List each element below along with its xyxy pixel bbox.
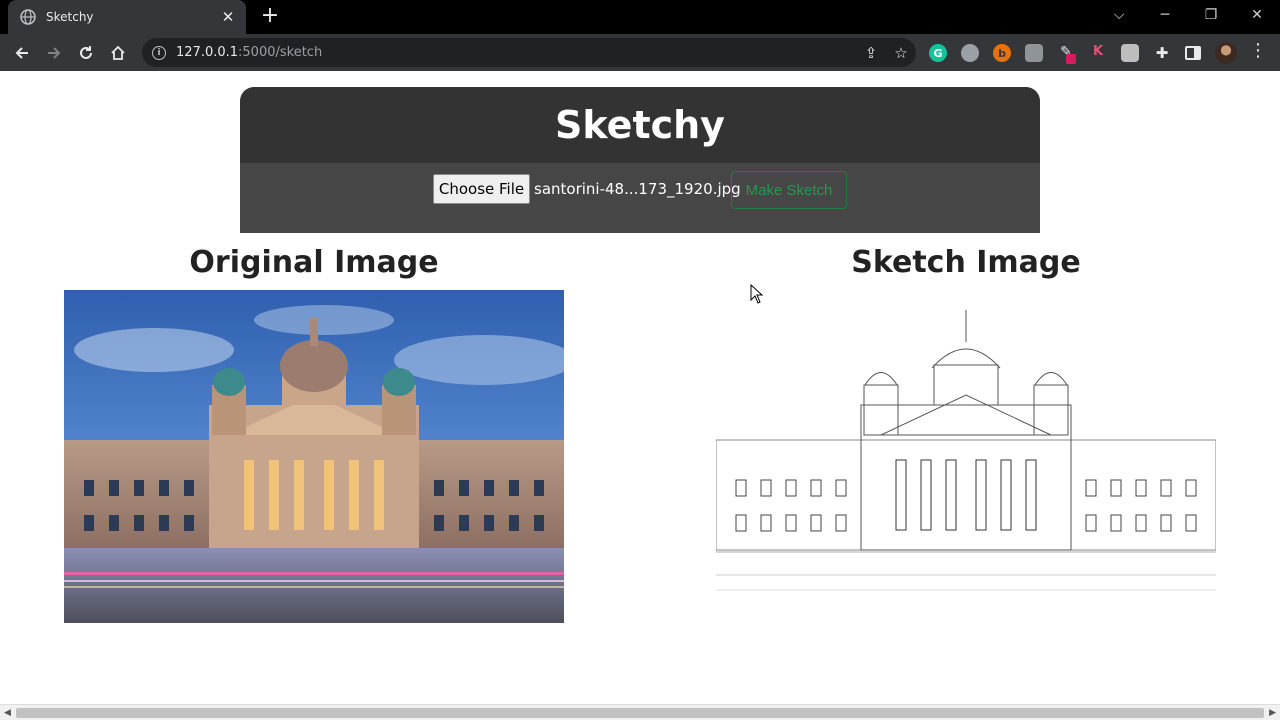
- original-image-title: Original Image: [189, 245, 439, 280]
- browser-toolbar: i 127.0.0.1:5000/sketch ⇪ ☆: [0, 34, 1280, 71]
- k-extension-icon[interactable]: K: [1089, 44, 1107, 62]
- scroll-left-icon[interactable]: ◀: [4, 708, 11, 718]
- grammarly-icon[interactable]: G: [929, 44, 947, 62]
- upload-form: Choose File santorini-48...173_1920.jpg …: [240, 163, 1040, 233]
- reload-button[interactable]: [73, 40, 99, 66]
- n-extension-icon[interactable]: [1025, 44, 1043, 62]
- forward-button[interactable]: [41, 40, 67, 66]
- globe-icon: [20, 9, 36, 25]
- address-bar[interactable]: i 127.0.0.1:5000/sketch ⇪ ☆: [142, 38, 916, 67]
- share-icon[interactable]: ⇪: [856, 44, 886, 62]
- horizontal-scrollbar[interactable]: ◀ ▶: [0, 704, 1280, 720]
- tab-close-icon[interactable]: ✕: [220, 8, 236, 26]
- scrollbar-thumb[interactable]: [16, 708, 1264, 718]
- bookmark-star-icon[interactable]: ☆: [886, 44, 916, 62]
- restore-button[interactable]: ❐: [1188, 0, 1234, 30]
- profile-avatar[interactable]: [1215, 42, 1237, 64]
- browser-tab[interactable]: Sketchy ✕: [8, 0, 246, 34]
- sidepanel-icon[interactable]: [1185, 46, 1201, 60]
- app-title: Sketchy: [555, 103, 725, 147]
- home-icon: [111, 45, 125, 60]
- kebab-menu-icon[interactable]: ⋮: [1248, 40, 1268, 61]
- arrow-right-icon: [48, 47, 61, 59]
- s-extension-icon[interactable]: [961, 44, 979, 62]
- minimize-button[interactable]: ─: [1142, 0, 1188, 30]
- make-sketch-button[interactable]: Make Sketch: [731, 171, 847, 209]
- choose-file-button[interactable]: Choose File: [433, 174, 530, 204]
- pen-extension-icon[interactable]: ✎: [1057, 44, 1076, 64]
- browser-tab-bar: Sketchy ✕ + ⌵ ─ ❐ ✕: [0, 0, 1280, 34]
- puzzle-icon[interactable]: ✚: [1153, 44, 1171, 62]
- tab-search-icon[interactable]: ⌵: [1096, 0, 1142, 30]
- new-tab-button[interactable]: +: [258, 5, 282, 29]
- home-button[interactable]: [105, 40, 131, 66]
- app-header-card: Sketchy Choose File santorini-48...173_1…: [240, 87, 1040, 233]
- b-extension-icon[interactable]: b: [993, 44, 1011, 62]
- tab-title: Sketchy: [46, 10, 94, 24]
- sketch-image: [716, 290, 1216, 623]
- app-header: Sketchy: [240, 87, 1040, 163]
- back-button[interactable]: [9, 40, 35, 66]
- info-icon[interactable]: i: [152, 45, 166, 60]
- w-extension-icon[interactable]: [1121, 44, 1139, 62]
- scroll-right-icon[interactable]: ▶: [1269, 708, 1276, 718]
- close-window-button[interactable]: ✕: [1234, 0, 1280, 30]
- original-image: [64, 290, 564, 623]
- sketch-image-title: Sketch Image: [851, 245, 1081, 280]
- selected-file-name: santorini-48...173_1920.jpg: [534, 180, 741, 198]
- arrow-left-icon: [15, 47, 28, 59]
- mouse-cursor-icon: [750, 284, 764, 304]
- reload-icon: [80, 46, 92, 59]
- url-text[interactable]: 127.0.0.1:5000/sketch: [176, 45, 856, 60]
